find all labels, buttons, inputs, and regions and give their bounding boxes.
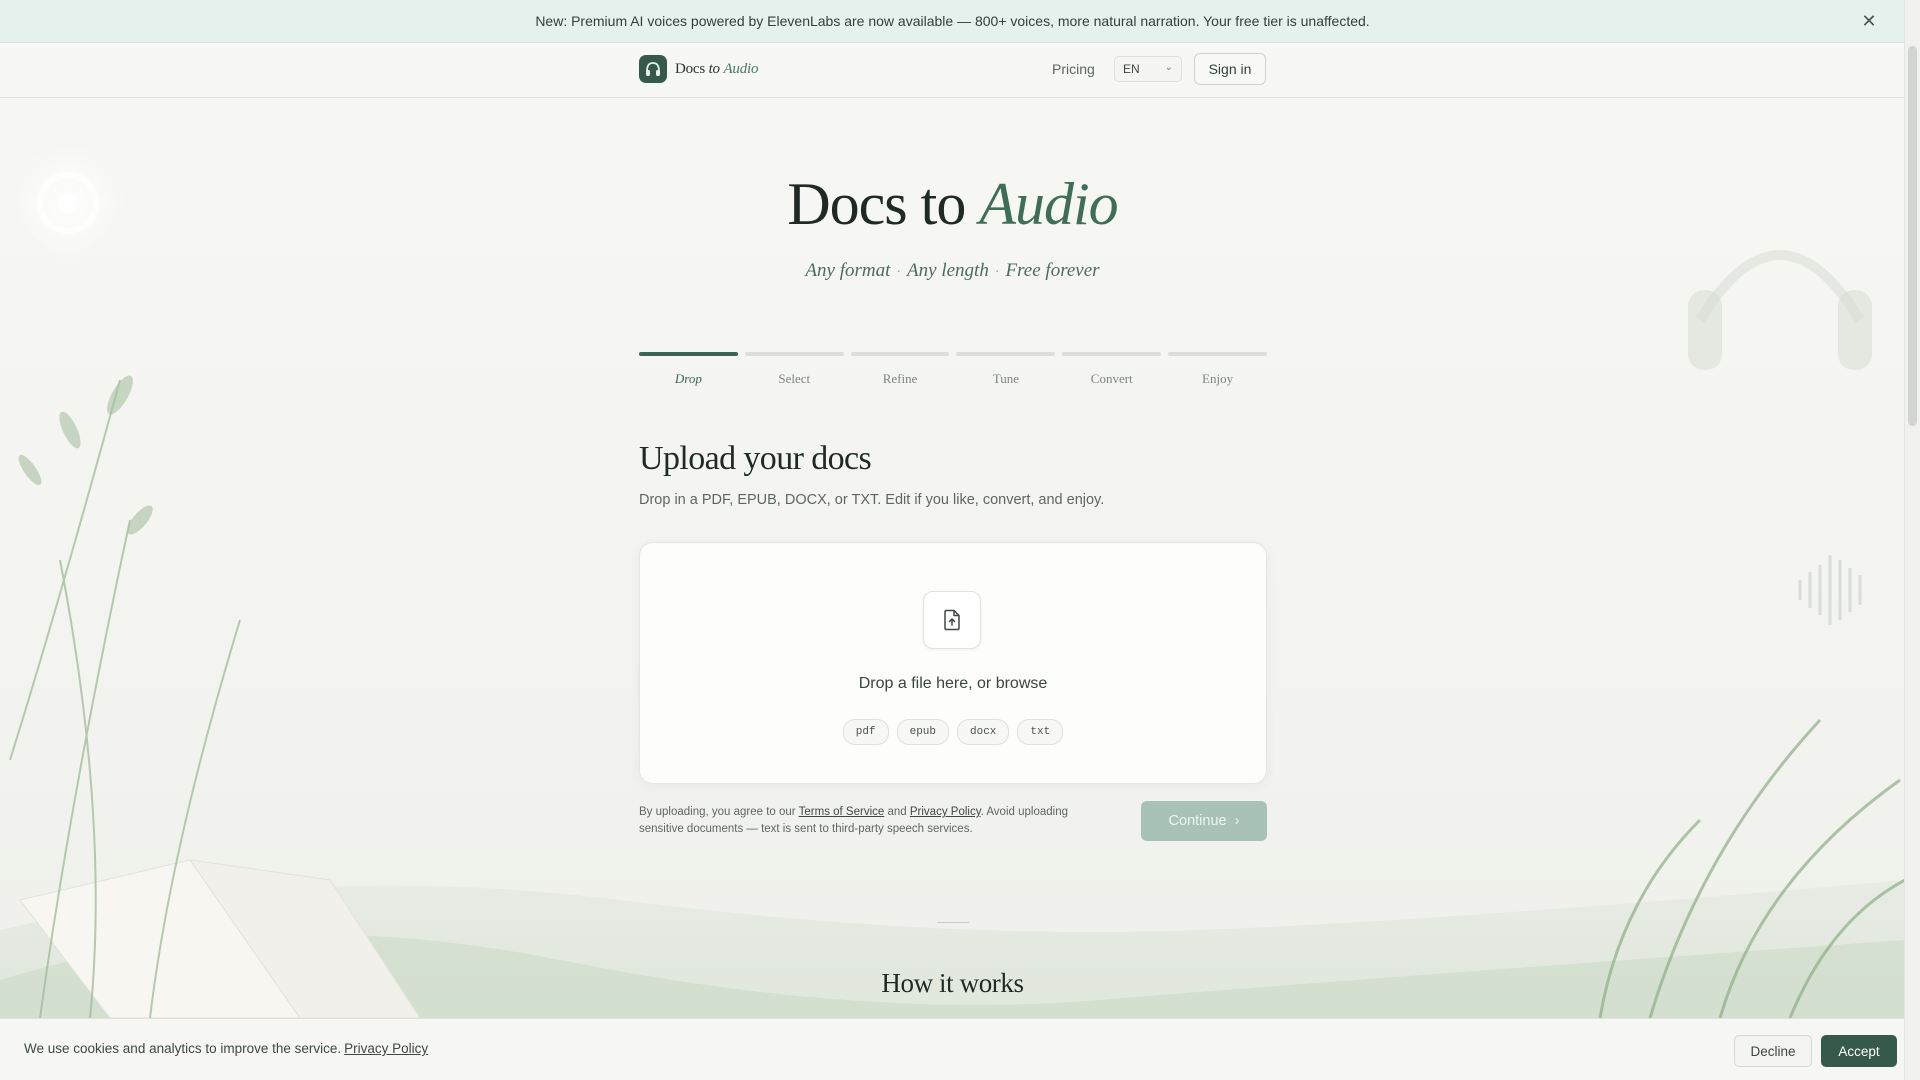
step-label: Enjoy [1202,371,1234,386]
step-bar [956,352,1056,356]
logo-docs: Docs [675,60,706,77]
headphones-logo-icon [639,55,667,83]
hero-title-main: Docs to [787,171,966,237]
format-chip-docx: docx [957,719,1010,745]
step-bar [744,352,844,356]
sign-in-button[interactable]: Sign in [1194,53,1266,85]
hero-tagline: Any format · Any length · Free forever [0,260,1905,282]
site-header: Docs to Audio Pricing EN ⌄ Sign in [0,43,1905,98]
announcement-banner: New: Premium AI voices powered by Eleven… [0,0,1905,43]
upload-legal-notice: By uploading, you agree to our Terms of … [639,804,1089,838]
background-scenery [0,143,1905,1080]
step-label: Refine [882,371,918,386]
cookie-consent-bar: We use cookies and analytics to improve … [0,1018,1905,1080]
continue-button[interactable]: Continue › [1141,801,1267,841]
close-icon[interactable]: ✕ [1859,11,1879,31]
step-label: Convert [1090,371,1133,386]
step-bar [850,352,950,356]
upload-description: Drop in a PDF, EPUB, DOCX, or TXT. Edit … [639,492,1105,508]
format-chip-epub: epub [896,719,949,745]
terms-of-service-link[interactable]: Terms of Service [799,806,885,818]
step-convert[interactable]: Convert [1062,352,1162,387]
tagline-length: Any length [907,260,989,281]
step-bar [1062,352,1162,356]
chevron-down-icon: ⌄ [1164,62,1173,73]
how-it-works-title: How it works [881,968,1024,998]
announcement-text: New: Premium AI voices powered by Eleven… [535,13,1370,29]
page-viewport: New: Premium AI voices powered by Eleven… [0,0,1905,1080]
file-dropzone[interactable]: Drop a file here, or browse pdf epub doc… [639,542,1267,784]
format-chip-pdf: pdf [842,719,889,745]
format-chips: pdf epub docx txt [640,719,1266,745]
hero-title-accent: Audio [979,171,1118,237]
nav-pricing-link[interactable]: Pricing [1052,61,1095,77]
section-divider [937,922,969,923]
tagline-separator: · [994,265,1000,280]
progress-stepper: Drop Select Refine Tune Convert Enjoy [639,352,1267,387]
privacy-policy-link[interactable]: Privacy Policy [910,806,981,818]
accept-button[interactable]: Accept [1821,1035,1897,1067]
step-refine[interactable]: Refine [850,352,950,387]
step-label: Select [778,371,811,386]
dropzone-prompt: Drop a file here, or browse [858,675,1048,692]
cookie-message: We use cookies and analytics to improve … [24,1041,428,1056]
language-select[interactable]: EN ⌄ [1114,56,1182,82]
format-chip-txt: txt [1017,719,1064,745]
language-value: EN [1123,62,1140,76]
continue-label: Continue [1168,813,1227,829]
hero-title: Docs to Audio [0,170,1905,239]
logo-link[interactable]: Docs to Audio [639,55,758,83]
step-enjoy[interactable]: Enjoy [1168,352,1267,387]
cookie-text: We use cookies and analytics to improve … [24,1041,342,1056]
tagline-free: Free forever [1005,260,1100,281]
legal-and: and [887,806,907,818]
logo-to: to [708,60,720,77]
step-select[interactable]: Select [744,352,844,387]
step-bar [1168,352,1267,356]
decline-button[interactable]: Decline [1734,1035,1812,1067]
legal-prefix: By uploading, you agree to our [639,806,796,818]
step-tune[interactable]: Tune [956,352,1056,387]
cookie-privacy-link[interactable]: Privacy Policy [344,1041,428,1056]
logo-wordmark: Docs to Audio [675,61,758,78]
step-drop[interactable]: Drop [639,352,738,387]
step-label: Drop [674,371,702,386]
page-scrollbar[interactable] [1904,0,1920,1080]
step-label: Tune [992,371,1020,386]
chevron-right-icon: › [1234,813,1240,829]
logo-audio: Audio [723,60,759,77]
step-bar [639,352,738,356]
upload-title: Upload your docs [639,440,872,477]
tagline-format: Any format [805,260,891,281]
scrollbar-thumb[interactable] [1908,46,1917,426]
file-upload-icon [923,591,981,649]
tagline-separator: · [896,265,902,280]
